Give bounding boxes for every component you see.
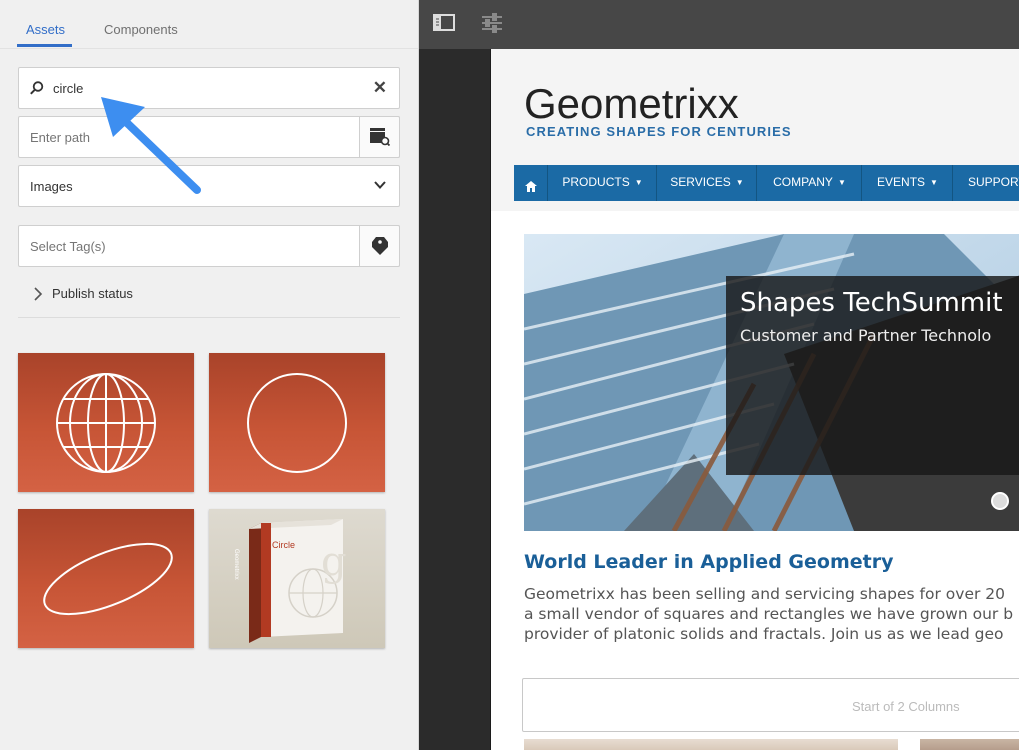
site-header: Geometrixx CREATING SHAPES FOR CENTURIES… xyxy=(491,49,1019,211)
intro-paragraph: Geometrixx has been selling and servicin… xyxy=(524,584,1019,644)
hero-caption: Shapes TechSummit Customer and Partner T… xyxy=(726,276,1019,475)
product-box-icon: g xyxy=(241,515,351,648)
nav-item-products[interactable]: PRODUCTS ▼ xyxy=(549,165,657,201)
asset-type-select[interactable]: Images xyxy=(18,165,400,207)
column-image xyxy=(920,739,1019,750)
editor-toolbar xyxy=(419,0,1019,49)
caret-down-icon: ▼ xyxy=(735,178,744,187)
asset-card-product-box[interactable]: g Circle Geometrixx xyxy=(209,509,385,648)
asset-card-globe[interactable] xyxy=(18,353,194,492)
tab-components[interactable]: Components xyxy=(104,22,178,37)
columns-placeholder-label: Start of 2 Columns xyxy=(852,699,960,714)
intro-line: a small vendor of squares and rectangles… xyxy=(524,605,1014,623)
side-panel: Assets Components circle ✕ Enter path Im… xyxy=(0,0,419,750)
circle-icon xyxy=(246,372,348,478)
search-icon xyxy=(29,80,45,99)
hero-carousel[interactable]: Shapes TechSummit Customer and Partner T… xyxy=(524,234,1019,531)
product-box-brand: Geometrixx xyxy=(233,549,239,580)
caret-down-icon: ▼ xyxy=(837,178,846,187)
annotation-arrow-icon xyxy=(95,93,205,202)
nav-item-services[interactable]: SERVICES ▼ xyxy=(658,165,757,201)
nav-label-support: SUPPORT xyxy=(968,175,1019,189)
intro-line: Geometrixx has been selling and servicin… xyxy=(524,585,1005,603)
nav-label-products: PRODUCTS xyxy=(562,175,630,189)
hero-subtitle: Customer and Partner Technolo xyxy=(740,326,992,345)
properties-sliders-icon[interactable] xyxy=(481,13,503,37)
select-tags-button[interactable] xyxy=(359,225,400,267)
chevron-right-icon[interactable] xyxy=(33,286,43,305)
browse-path-button[interactable] xyxy=(359,116,400,158)
nav-label-events: EVENTS xyxy=(877,175,926,189)
product-box-title: Circle xyxy=(272,540,296,550)
nav-item-company[interactable]: COMPANY ▼ xyxy=(758,165,862,201)
column-image xyxy=(524,739,898,750)
divider xyxy=(18,317,400,318)
search-field[interactable]: circle ✕ xyxy=(18,67,400,109)
tag-icon xyxy=(371,236,389,259)
nav-label-company: COMPANY xyxy=(773,175,833,189)
clear-search-icon[interactable]: ✕ xyxy=(373,78,387,98)
page-preview: Geometrixx CREATING SHAPES FOR CENTURIES… xyxy=(490,49,1019,750)
caret-down-icon: ▼ xyxy=(930,178,938,187)
intro-line: provider of platonic solids and fractals… xyxy=(524,625,1004,643)
nav-label-services: SERVICES xyxy=(670,175,731,189)
site-logo[interactable]: Geometrixx xyxy=(524,83,739,125)
nav-item-events[interactable]: EVENTS ▼ xyxy=(863,165,953,201)
ellipse-icon xyxy=(38,534,178,628)
publish-status-toggle[interactable]: Publish status xyxy=(52,286,133,301)
tags-field[interactable]: Select Tag(s) xyxy=(18,225,400,267)
columns-placeholder[interactable]: Start of 2 Columns xyxy=(522,678,1019,732)
asset-type-selected: Images xyxy=(30,179,73,194)
tab-assets[interactable]: Assets xyxy=(26,22,65,37)
tags-input-placeholder[interactable]: Select Tag(s) xyxy=(30,239,106,254)
caret-down-icon: ▼ xyxy=(634,178,643,187)
nav-item-support[interactable]: SUPPORT xyxy=(954,165,1019,201)
site-nav: PRODUCTS ▼ SERVICES ▼ COMPANY ▼ EVENTS ▼ SUP… xyxy=(514,165,1019,201)
site-tagline: CREATING SHAPES FOR CENTURIES xyxy=(526,124,792,139)
globe-icon xyxy=(55,372,157,478)
active-tab-indicator xyxy=(17,44,72,47)
panel-tabs: Assets Components xyxy=(0,0,418,49)
search-input-value[interactable]: circle xyxy=(53,81,83,96)
path-field[interactable]: Enter path xyxy=(18,116,400,158)
carousel-indicator[interactable] xyxy=(991,492,1009,510)
asset-card-ellipse[interactable] xyxy=(18,509,194,648)
path-input-placeholder[interactable]: Enter path xyxy=(30,130,90,145)
side-panel-toggle-icon[interactable] xyxy=(433,13,455,37)
chevron-down-icon xyxy=(373,178,387,195)
svg-text:g: g xyxy=(321,539,347,585)
asset-card-circle[interactable] xyxy=(209,353,385,492)
hero-title: Shapes TechSummit xyxy=(740,288,1003,318)
nav-home[interactable] xyxy=(514,165,548,201)
section-heading: World Leader in Applied Geometry xyxy=(524,551,894,573)
home-icon xyxy=(525,177,537,196)
folder-search-icon xyxy=(370,128,391,149)
